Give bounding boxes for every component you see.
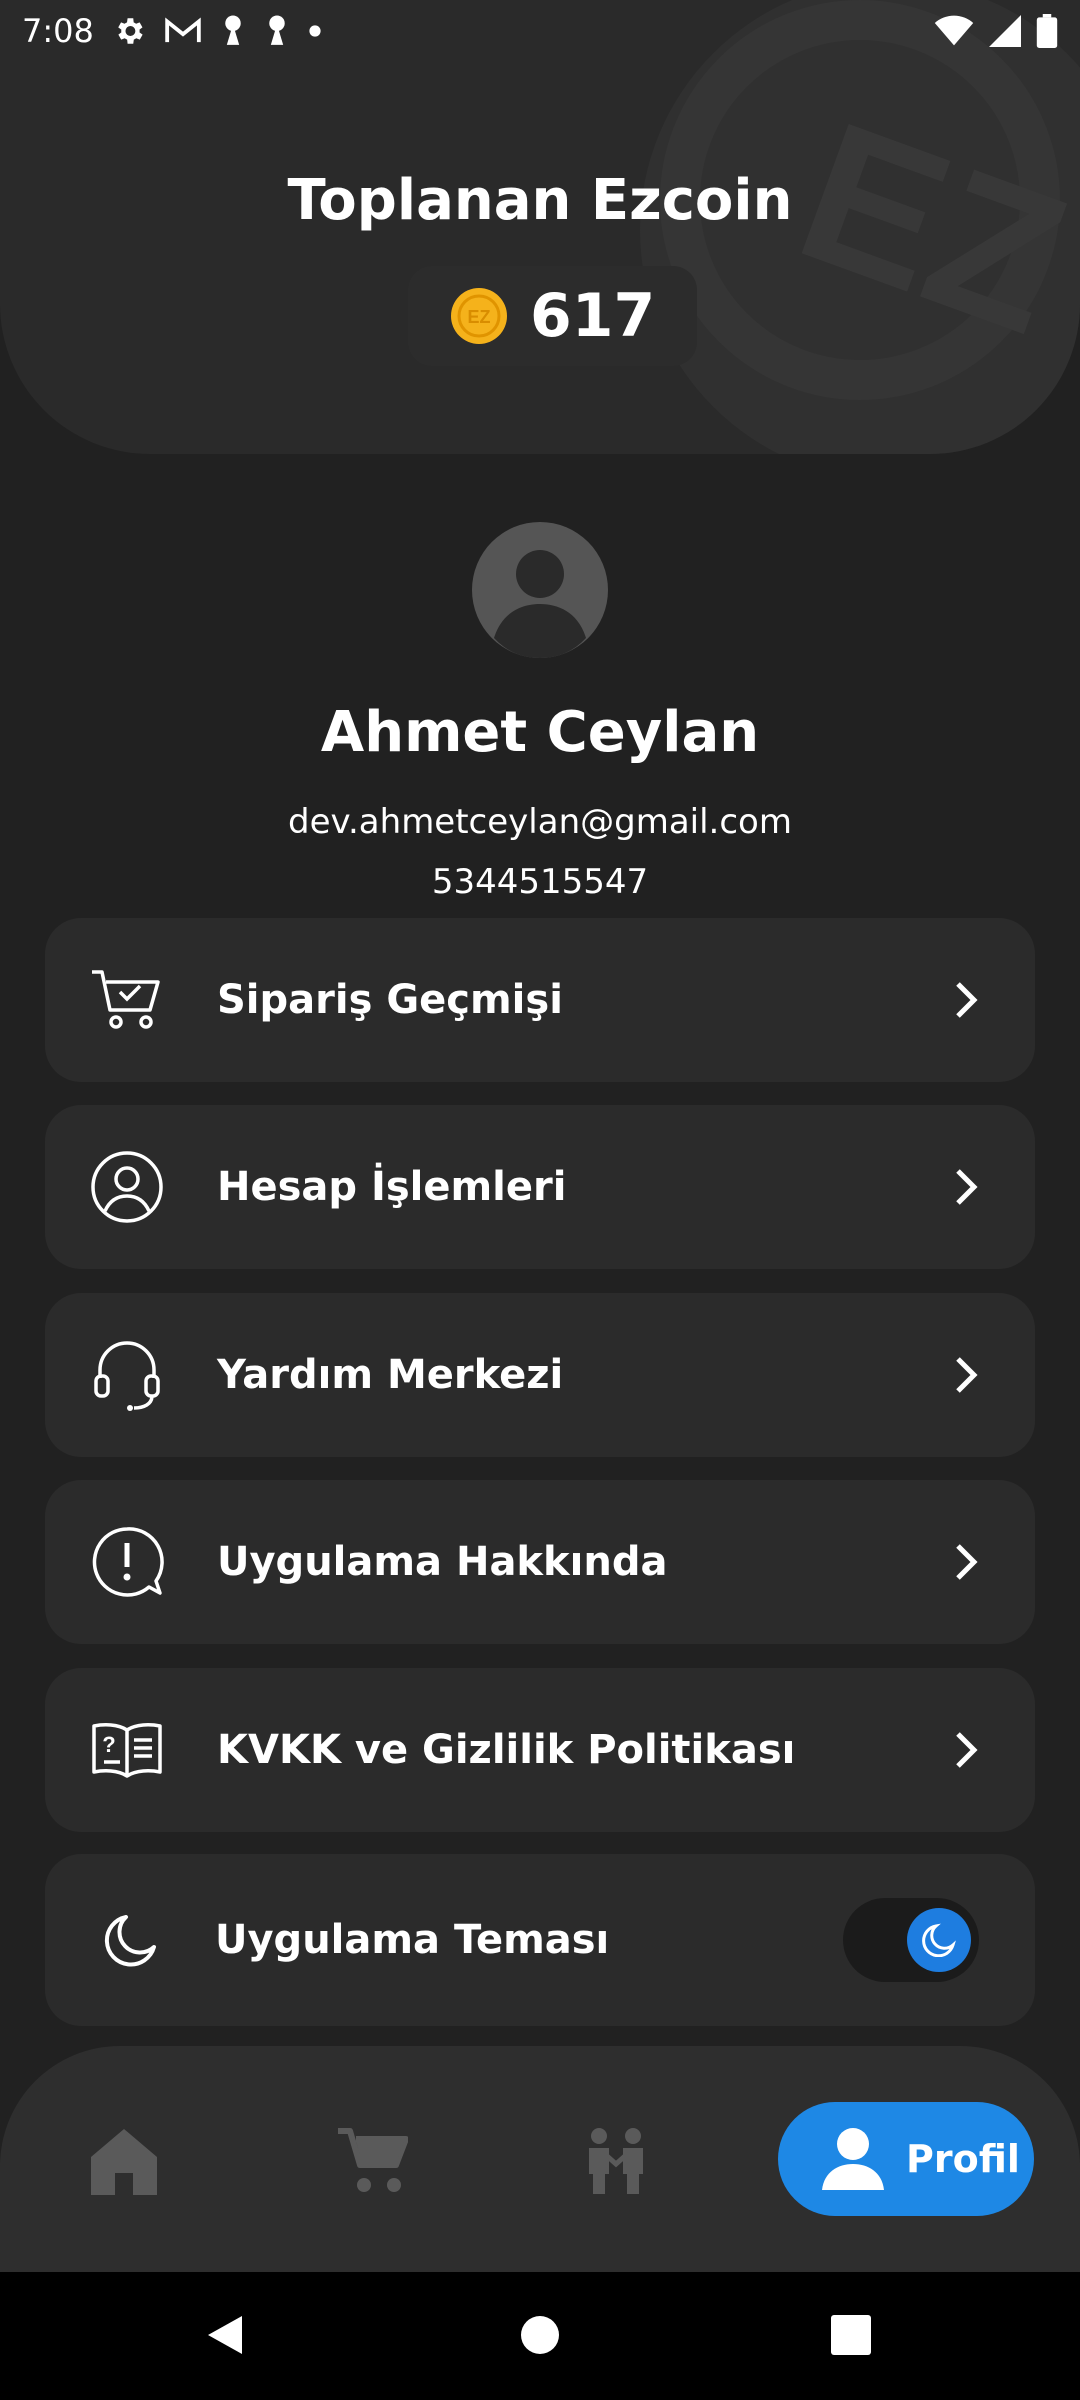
- menu-item-label: Sipariş Geçmişi: [217, 977, 563, 1023]
- ezcoin-icon-text: EZ: [467, 307, 490, 327]
- cart-check-icon: [87, 960, 167, 1040]
- book-question-icon: ?: [87, 1710, 167, 1790]
- theme-setting-row: Uygulama Teması: [45, 1854, 1035, 2026]
- dot-icon: [309, 25, 321, 37]
- moon-icon: [91, 1900, 171, 1980]
- home-icon: [91, 2129, 157, 2195]
- cart-icon: [338, 2128, 408, 2192]
- nav-profile-label: Profil: [906, 2137, 1020, 2181]
- theme-toggle[interactable]: [843, 1898, 979, 1982]
- menu-item-label: Uygulama Hakkında: [217, 1539, 668, 1585]
- signal-icon: [989, 15, 1021, 47]
- toggle-knob: [907, 1908, 971, 1972]
- user-email: dev.ahmetceylan@gmail.com: [288, 802, 792, 842]
- menu-item-account[interactable]: Hesap İşlemleri: [45, 1105, 1035, 1269]
- bottom-navigation: Profil: [0, 2046, 1080, 2272]
- user-circle-icon: [87, 1147, 167, 1227]
- chevron-right-icon: [947, 1167, 987, 1207]
- nav-cart-button[interactable]: [332, 2121, 412, 2201]
- person-icon: [822, 2128, 884, 2190]
- keyhole-icon: [225, 15, 241, 45]
- user-phone: 5344515547: [431, 862, 649, 902]
- chevron-right-icon: [947, 1730, 987, 1770]
- chevron-right-icon: [947, 980, 987, 1020]
- circle-home-icon: [521, 2316, 559, 2354]
- keyhole-icon: [269, 15, 285, 45]
- recents-button[interactable]: [816, 2300, 886, 2370]
- nav-community-button[interactable]: [576, 2121, 656, 2201]
- menu-item-about-app[interactable]: Uygulama Hakkında: [45, 1480, 1035, 1644]
- person-avatar-icon: [494, 550, 586, 658]
- back-icon: [208, 2316, 242, 2354]
- avatar: [472, 522, 608, 658]
- battery-icon: [1036, 14, 1058, 48]
- square-recents-icon: [831, 2315, 871, 2355]
- moon-icon: [922, 1923, 956, 1957]
- chevron-right-icon: [947, 1355, 987, 1395]
- status-time: 7:08: [22, 12, 94, 50]
- user-name: Ahmet Ceylan: [320, 700, 760, 765]
- wifi-icon: [934, 15, 974, 46]
- menu-item-privacy-policy[interactable]: ? KVKK ve Gizlilik Politikası: [45, 1668, 1035, 1832]
- menu-item-label: KVKK ve Gizlilik Politikası: [217, 1727, 796, 1773]
- back-button[interactable]: [190, 2300, 260, 2370]
- menu-item-label: Yardım Merkezi: [217, 1352, 564, 1398]
- menu-item-order-history[interactable]: Sipariş Geçmişi: [45, 918, 1035, 1082]
- ezcoin-icon: EZ: [451, 288, 507, 344]
- ezcoin-title: Toplanan Ezcoin: [287, 168, 793, 233]
- svg-text:?: ?: [102, 1732, 115, 1757]
- ezcoin-balance: EZ 617: [408, 266, 698, 366]
- people-icon: [589, 2128, 643, 2194]
- menu-item-label: Hesap İşlemleri: [217, 1164, 567, 1210]
- home-system-button[interactable]: [505, 2300, 575, 2370]
- system-navigation-bar: [0, 2272, 1080, 2400]
- nav-profile-button[interactable]: Profil: [778, 2102, 1034, 2216]
- nav-home-button[interactable]: [84, 2121, 164, 2201]
- gmail-icon: [165, 17, 201, 43]
- theme-label: Uygulama Teması: [215, 1917, 610, 1963]
- info-chat-icon: [87, 1522, 167, 1602]
- settings-icon: [118, 18, 143, 44]
- status-bar: 7:08: [0, 0, 1080, 62]
- ezcoin-header: EZ Toplanan Ezcoin EZ 617: [0, 0, 1080, 454]
- headset-icon: [87, 1335, 167, 1415]
- menu-item-help-center[interactable]: Yardım Merkezi: [45, 1293, 1035, 1457]
- ezcoin-value: 617: [530, 281, 656, 351]
- chevron-right-icon: [947, 1542, 987, 1582]
